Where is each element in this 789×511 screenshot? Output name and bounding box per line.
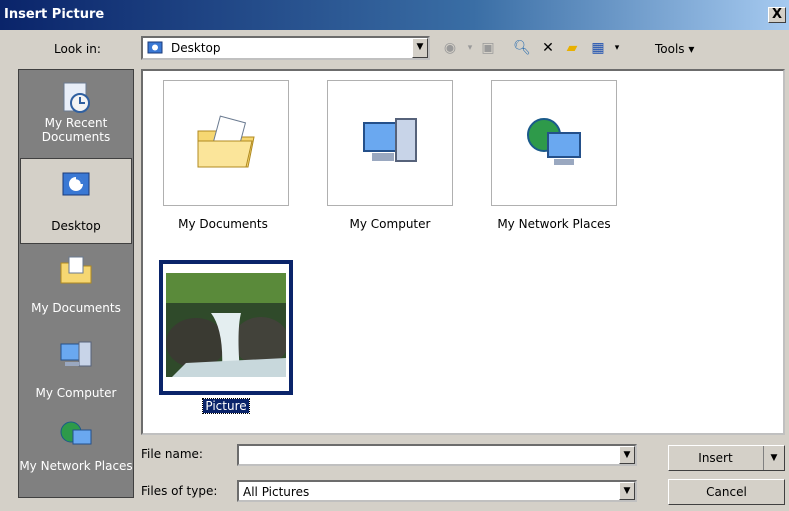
dialog-title: Insert Picture xyxy=(4,7,105,22)
file-thumbnail-my-network-places[interactable] xyxy=(491,80,617,206)
waterfall-photo-thumbnail xyxy=(166,272,286,383)
insert-button[interactable]: Insert ▼ xyxy=(668,445,785,471)
insert-options-dropdown-icon[interactable]: ▼ xyxy=(763,446,784,470)
look-in-value: Desktop xyxy=(171,41,221,55)
network-places-icon xyxy=(60,421,92,445)
file-thumbnail-my-documents[interactable] xyxy=(163,80,289,206)
file-name-dropdown-button[interactable]: ▼ xyxy=(619,446,635,464)
my-computer-icon xyxy=(363,118,417,162)
insert-button-label: Insert xyxy=(698,451,733,465)
look-in-combo[interactable]: Desktop ▼ xyxy=(141,36,430,60)
place-my-recent-documents[interactable]: My Recent Documents xyxy=(19,80,133,160)
views-dropdown-icon[interactable]: ▾ xyxy=(607,38,627,58)
place-desktop[interactable]: Desktop xyxy=(20,158,132,244)
files-of-type-select[interactable]: All Pictures ▼ xyxy=(237,480,637,502)
tools-menu[interactable]: Tools ▾ xyxy=(655,42,694,56)
network-places-icon xyxy=(527,118,581,165)
new-folder-icon[interactable]: ▰ xyxy=(562,38,582,58)
place-my-documents[interactable]: My Documents xyxy=(19,255,133,325)
recent-documents-icon xyxy=(63,82,90,113)
search-web-icon[interactable]: 🔍︎ xyxy=(512,38,532,58)
desktop-icon xyxy=(62,172,90,196)
look-in-dropdown-button[interactable]: ▼ xyxy=(412,38,428,58)
my-computer-icon xyxy=(60,341,92,367)
cancel-button[interactable]: Cancel xyxy=(668,479,785,505)
tools-label: Tools xyxy=(655,42,685,56)
file-name-label: File name: xyxy=(141,447,203,461)
file-thumbnail-picture[interactable] xyxy=(159,260,293,395)
place-label: My Network Places xyxy=(19,459,133,473)
file-thumbnail-my-computer[interactable] xyxy=(327,80,453,206)
place-label: Desktop xyxy=(51,219,101,233)
file-label[interactable]: My Network Places xyxy=(474,217,634,231)
file-list-pane[interactable]: My Documents My Computer My Network Plac… xyxy=(141,69,785,435)
back-dropdown-icon[interactable]: ▾ xyxy=(460,38,480,58)
place-label: My Computer xyxy=(35,386,117,400)
files-of-type-label: Files of type: xyxy=(141,484,218,498)
files-of-type-value: All Pictures xyxy=(243,485,310,499)
place-label: My Recent Documents xyxy=(41,116,111,144)
place-my-computer[interactable]: My Computer xyxy=(19,340,133,410)
file-name-input[interactable]: ▼ xyxy=(237,444,637,466)
my-documents-icon xyxy=(60,256,92,284)
insert-picture-dialog: Insert Picture X Look in: Desktop ▼ ◉ ▾ … xyxy=(0,0,789,511)
file-label[interactable]: My Documents xyxy=(143,217,303,231)
title-bar[interactable]: Insert Picture X xyxy=(0,0,789,30)
file-label[interactable]: My Computer xyxy=(310,217,470,231)
desktop-icon xyxy=(147,41,163,54)
files-of-type-dropdown-button[interactable]: ▼ xyxy=(619,482,635,500)
look-in-label: Look in: xyxy=(54,42,101,56)
my-documents-folder-icon xyxy=(197,115,255,168)
views-icon[interactable]: ▦ xyxy=(588,38,608,58)
places-bar: My Recent Documents Desktop My Documents xyxy=(18,69,134,498)
close-button[interactable]: X xyxy=(768,7,786,23)
back-icon[interactable]: ◉ xyxy=(440,38,460,58)
delete-icon[interactable]: ✕ xyxy=(538,38,558,58)
place-label: My Documents xyxy=(31,301,121,315)
up-one-level-icon[interactable]: ▣ xyxy=(478,38,498,58)
place-my-network-places[interactable]: My Network Places xyxy=(19,420,133,496)
file-label-selected[interactable]: Picture xyxy=(146,398,306,414)
